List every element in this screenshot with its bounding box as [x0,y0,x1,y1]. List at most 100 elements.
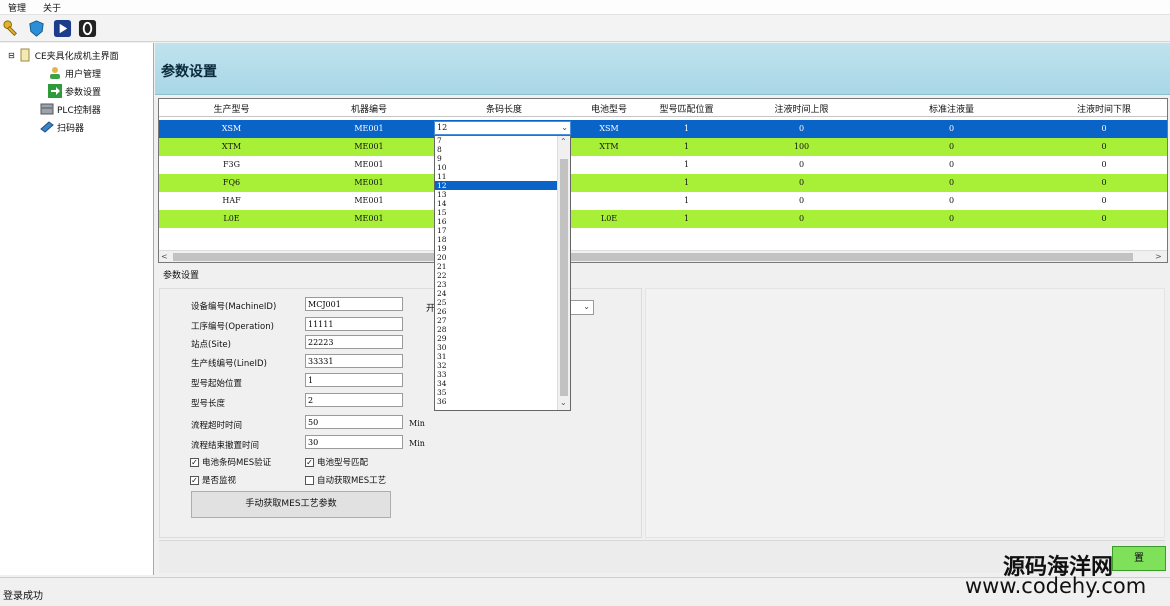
dropdown-option[interactable]: 11 [435,172,557,181]
dropdown-option[interactable]: 27 [435,316,557,325]
column-header[interactable]: 生产型号 [159,102,304,115]
save-button[interactable]: 置 [1112,546,1166,571]
tree-item-users[interactable]: 用户管理 [48,65,101,81]
tree-root[interactable]: ⊟ CE夹具化成机主界面 [8,47,119,63]
scroll-up-icon[interactable]: ⌃ [560,137,567,146]
checkbox-box[interactable] [305,475,314,485]
machine-id-field[interactable] [305,297,403,311]
key-icon[interactable] [2,19,21,38]
tree-item-scanner[interactable]: 扫码器 [40,119,84,135]
dropdown-option[interactable]: 36 [435,397,557,406]
combo-value: 12 [437,123,448,132]
check-icon[interactable]: ✓ [190,475,199,485]
table-row[interactable]: L0E ME001 L0E 1 0 0 0 [159,210,1167,228]
column-header[interactable]: 型号匹配位置 [644,102,729,115]
dropdown-option[interactable]: 20 [435,253,557,262]
table-row[interactable]: FQ6 ME001 1 0 0 0 [159,174,1167,192]
column-header[interactable]: 注液时间下限 [1029,102,1167,115]
dropdown-option[interactable]: 29 [435,334,557,343]
dropdown-option[interactable]: 26 [435,307,557,316]
column-header[interactable]: 条码长度 [434,102,574,115]
scroll-left-icon[interactable]: < [161,252,168,261]
scanner-icon [40,120,54,134]
column-header[interactable]: 电池型号 [574,102,644,115]
dropdown-option[interactable]: 30 [435,343,557,352]
table-cell: ME001 [354,178,384,187]
dropdown-option[interactable]: 9 [435,154,557,163]
dropdown-option[interactable]: 18 [435,235,557,244]
table-cell: 0 [948,196,955,205]
dropdown-option[interactable]: 15 [435,208,557,217]
site-field[interactable] [305,335,403,349]
menu-manage[interactable]: 管理 [8,1,26,14]
manual-fetch-button[interactable]: 手动获取MES工艺参数 [191,491,391,518]
collapse-icon[interactable]: ⊟ [8,51,15,60]
dropdown-option[interactable]: 13 [435,190,557,199]
dropdown-option[interactable]: 7 [435,136,557,145]
check-icon[interactable]: ✓ [305,457,314,467]
operation-field[interactable] [305,317,403,331]
dropdown-option[interactable]: 14 [435,199,557,208]
table-cell: 0 [1101,124,1107,133]
model-length-field[interactable] [305,393,403,407]
dropdown-option[interactable]: 23 [435,280,557,289]
shield-icon[interactable] [27,19,46,38]
timeout-field[interactable] [305,415,403,429]
tree-item-plc[interactable]: PLC控制器 [40,101,101,117]
scroll-down-icon[interactable]: ⌄ [560,398,567,407]
monitor-checkbox[interactable]: ✓ 是否监视 [190,474,236,486]
column-header[interactable]: 标准注液量 [874,102,1029,115]
play-icon[interactable] [53,19,72,38]
barcode-length-dropdown[interactable]: 7 8 9 10 11 12 13 14 15 16 17 18 19 20 2… [434,135,571,411]
operation-label: 工序编号(Operation) [191,322,274,332]
scroll-thumb[interactable] [173,253,1133,261]
dropdown-option[interactable]: 28 [435,325,557,334]
table-cell: L0E [223,214,240,223]
dropdown-option[interactable]: 22 [435,271,557,280]
scroll-thumb[interactable] [560,159,568,396]
table-row[interactable]: F3G ME001 1 0 0 0 [159,156,1167,174]
tree-item-params[interactable]: 参数设置 [48,83,101,99]
dropdown-option[interactable]: 24 [435,289,557,298]
mes-verify-checkbox[interactable]: ✓ 电池条码MES验证 [190,456,271,468]
dropdown-option[interactable]: 34 [435,379,557,388]
dropdown-option[interactable]: 33 [435,370,557,379]
chevron-down-icon[interactable]: ⌄ [561,122,568,134]
table-row[interactable]: XSM ME001 XSM 1 0 0 0 [159,120,1167,138]
model-start-field[interactable] [305,373,403,387]
dropdown-option[interactable]: 16 [435,217,557,226]
table-cell: 100 [793,142,810,151]
table-cell: 1 [683,214,690,223]
line-id-field[interactable] [305,354,403,368]
users-icon [48,66,62,80]
check-icon[interactable]: ✓ [190,457,199,467]
table-row[interactable]: XTM ME001 XTM 1 100 0 0 [159,138,1167,156]
dropdown-option[interactable]: 31 [435,352,557,361]
reset-time-unit: Min [409,439,425,448]
dropdown-option[interactable]: 32 [435,361,557,370]
horizontal-scrollbar[interactable]: < > [159,250,1167,262]
dropdown-scrollbar[interactable]: ⌃ ⌄ [557,136,570,410]
chevron-down-icon[interactable]: ⌄ [583,302,590,311]
dropdown-option[interactable]: 25 [435,298,557,307]
auto-mes-checkbox[interactable]: 自动获取MES工艺 [305,474,386,486]
barcode-length-combo[interactable]: 12 ⌄ [434,121,571,135]
data-grid[interactable]: 生产型号 机器编号 条码长度 电池型号 型号匹配位置 注液时间上限 标准注液量 … [158,98,1168,263]
dropdown-option[interactable]: 10 [435,163,557,172]
model-match-checkbox[interactable]: ✓ 电池型号匹配 [305,456,368,468]
table-row[interactable]: HAF ME001 1 0 0 0 [159,192,1167,210]
dropdown-option[interactable]: 19 [435,244,557,253]
menu-about[interactable]: 关于 [43,1,61,14]
dropdown-option[interactable]: 35 [435,388,557,397]
dropdown-option[interactable]: 8 [435,145,557,154]
stop-icon[interactable] [78,19,97,38]
table-cell: ME001 [354,196,384,205]
reset-time-field[interactable] [305,435,403,449]
dropdown-option[interactable]: 21 [435,262,557,271]
column-header[interactable]: 注液时间上限 [729,102,874,115]
scroll-right-icon[interactable]: > [1155,252,1162,261]
dropdown-option[interactable]: 17 [435,226,557,235]
column-header[interactable]: 机器编号 [304,102,434,115]
tree-root-label: CE夹具化成机主界面 [34,51,119,62]
dropdown-option-selected[interactable]: 12 [435,181,557,190]
